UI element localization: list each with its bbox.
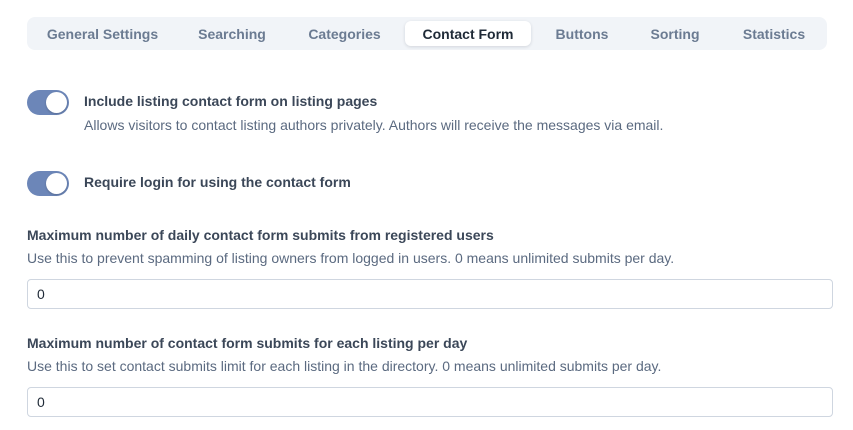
daily-submits-description: Use this to prevent spamming of listing … xyxy=(27,250,675,266)
tab-categories[interactable]: Categories xyxy=(286,21,403,46)
settings-tabs: General Settings Searching Categories Co… xyxy=(27,17,827,50)
toggle-knob xyxy=(46,173,67,194)
tab-statistics[interactable]: Statistics xyxy=(721,21,827,46)
daily-submits-title: Maximum number of daily contact form sub… xyxy=(27,227,494,243)
tab-buttons[interactable]: Buttons xyxy=(536,21,628,46)
tab-contact-form[interactable]: Contact Form xyxy=(405,21,531,46)
tab-searching[interactable]: Searching xyxy=(178,21,286,46)
listing-submits-setting: Maximum number of contact form submits f… xyxy=(27,335,833,417)
include-contact-form-label: Include listing contact form on listing … xyxy=(84,93,378,109)
include-contact-form-toggle[interactable] xyxy=(27,90,69,115)
daily-submits-input[interactable] xyxy=(27,279,833,309)
require-login-label: Require login for using the contact form xyxy=(84,174,351,190)
tab-general-settings[interactable]: General Settings xyxy=(27,21,178,46)
require-login-toggle[interactable] xyxy=(27,171,69,196)
settings-page: General Settings Searching Categories Co… xyxy=(0,0,853,430)
include-contact-form-description: Allows visitors to contact listing autho… xyxy=(84,117,664,133)
tab-sorting[interactable]: Sorting xyxy=(629,21,721,46)
listing-submits-title: Maximum number of contact form submits f… xyxy=(27,335,468,351)
listing-submits-input[interactable] xyxy=(27,387,833,417)
toggle-knob xyxy=(46,92,67,113)
daily-submits-setting: Maximum number of daily contact form sub… xyxy=(27,227,833,309)
listing-submits-description: Use this to set contact submits limit fo… xyxy=(27,358,662,374)
